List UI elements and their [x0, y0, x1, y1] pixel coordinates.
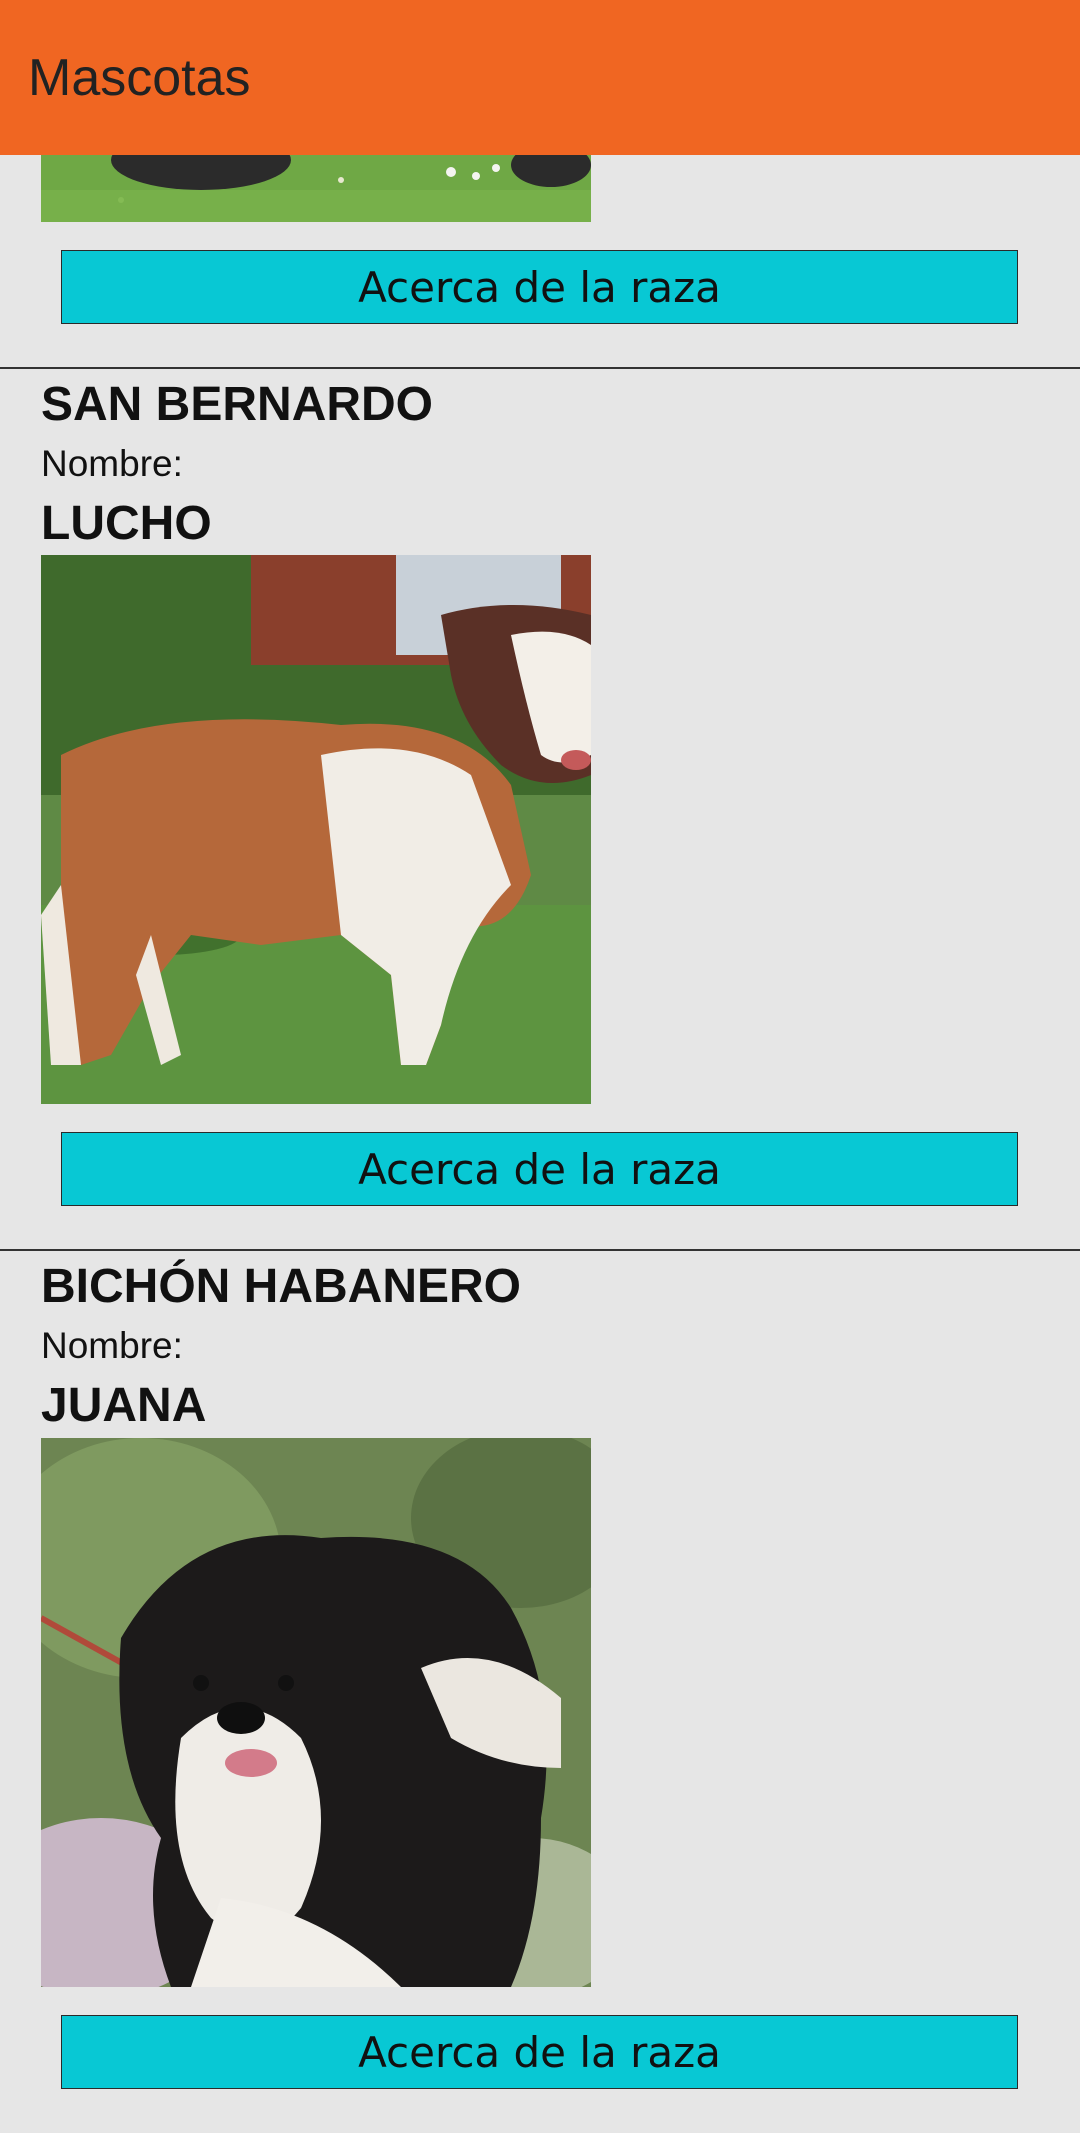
about-breed-button[interactable]: Acerca de la raza — [61, 250, 1018, 324]
app-bar: Mascotas — [0, 0, 1080, 155]
breed-title: SAN BERNARDO — [41, 378, 434, 431]
saint-bernard-image — [41, 555, 591, 1104]
pet-list[interactable]: Acerca de la raza SAN BERNARDO Nombre: L… — [0, 0, 1080, 2133]
havanese-image — [41, 1438, 591, 1987]
pet-name: LUCHO — [41, 497, 212, 550]
card-divider — [0, 1249, 1080, 1251]
pet-name: JUANA — [41, 1379, 207, 1432]
about-breed-button[interactable]: Acerca de la raza — [61, 1132, 1018, 1206]
name-label: Nombre: — [41, 443, 183, 484]
breed-title: BICHÓN HABANERO — [41, 1260, 521, 1313]
about-breed-button[interactable]: Acerca de la raza — [61, 2015, 1018, 2089]
card-divider — [0, 367, 1080, 369]
havanese-photo — [41, 1438, 591, 1987]
saint-bernard-photo — [41, 555, 591, 1104]
name-label: Nombre: — [41, 1325, 183, 1366]
app-title: Mascotas — [28, 49, 251, 107]
